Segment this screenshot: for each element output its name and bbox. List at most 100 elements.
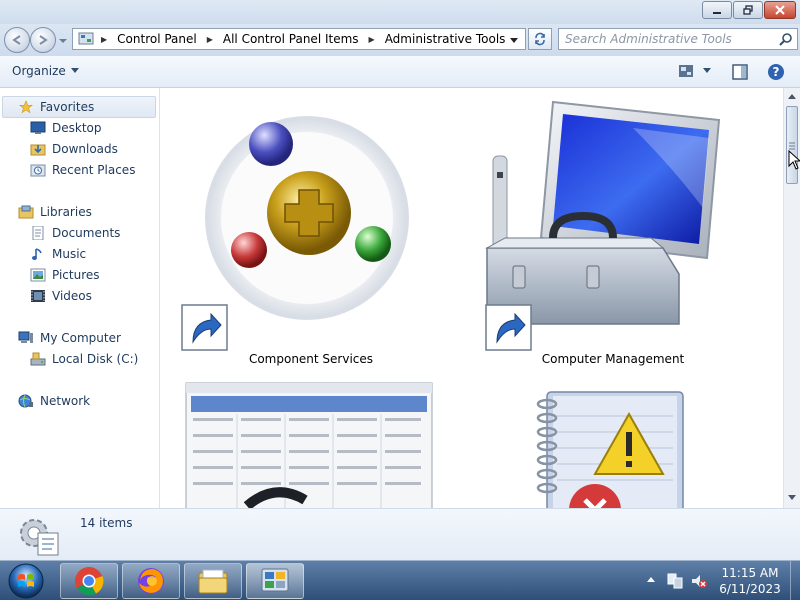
- component-services-icon: [205, 116, 409, 320]
- taskbar-explorer-button[interactable]: [184, 563, 242, 599]
- address-dropdown-button[interactable]: [509, 34, 519, 48]
- breadcrumb-all-items[interactable]: All Control Panel Items: [223, 32, 359, 46]
- sidebar-item-favorites[interactable]: Favorites: [18, 97, 94, 117]
- minimize-icon: [713, 12, 721, 14]
- back-button[interactable]: [4, 27, 30, 53]
- admin-tools-gear-icon: [20, 519, 59, 556]
- show-desktop-button[interactable]: [790, 561, 800, 601]
- command-bar: Organize ?: [0, 56, 800, 88]
- scroll-down-button[interactable]: [786, 490, 798, 504]
- system-clock[interactable]: 11:15 AM 6/11/2023: [712, 565, 788, 597]
- downloads-folder-icon: [30, 144, 46, 156]
- organize-label: Organize: [12, 64, 66, 78]
- forward-arrow-icon: [39, 35, 48, 45]
- local-disk-icon: [30, 352, 46, 366]
- file-item-label: Component Services: [248, 352, 374, 366]
- windows-explorer-folder-icon: [198, 569, 228, 594]
- file-item-partial-table-tool[interactable]: [185, 382, 435, 508]
- shortcut-arrow-icon: [181, 304, 228, 351]
- sidebar-label: Network: [40, 394, 91, 408]
- sidebar-item-local-disk[interactable]: Local Disk (C:): [30, 349, 138, 369]
- sidebar-item-network[interactable]: Network: [18, 391, 90, 411]
- sidebar-label: Downloads: [52, 142, 118, 156]
- start-button[interactable]: [4, 562, 48, 600]
- item-count: 14 items: [80, 516, 133, 530]
- svg-text:?: ?: [773, 65, 780, 79]
- pictures-icon: [30, 268, 46, 282]
- table-window-icon: [185, 382, 433, 508]
- sidebar-label: Videos: [52, 289, 92, 303]
- address-bar[interactable]: ▶ Control Panel ▶ All Control Panel Item…: [72, 28, 526, 50]
- restore-button[interactable]: [733, 1, 763, 19]
- minimize-button[interactable]: [702, 1, 732, 19]
- recent-places-icon: [30, 164, 46, 177]
- recent-pages-dropdown[interactable]: [58, 35, 68, 45]
- refresh-icon: [535, 32, 545, 46]
- breadcrumb-separator: ▶: [368, 34, 375, 44]
- tray-volume-muted[interactable]: [690, 572, 708, 593]
- close-button[interactable]: [764, 1, 796, 19]
- chevron-down-icon: [788, 495, 796, 500]
- control-panel-icon: [78, 32, 94, 45]
- change-view-button[interactable]: [678, 64, 712, 78]
- desktop-icon: [30, 121, 46, 134]
- file-item-label: Computer Management: [541, 352, 685, 366]
- search-input[interactable]: Search Administrative Tools: [558, 28, 798, 50]
- event-log-notebook-icon: [536, 391, 684, 508]
- computer-management-icon: [485, 100, 721, 325]
- breadcrumb-separator: ▶: [101, 34, 108, 44]
- libraries-icon: [18, 205, 34, 219]
- sidebar-item-my-computer[interactable]: My Computer: [18, 328, 121, 348]
- search-icon: [779, 33, 792, 46]
- scroll-up-button[interactable]: [786, 90, 798, 104]
- sidebar-item-desktop[interactable]: Desktop: [30, 118, 102, 138]
- back-arrow-icon: [12, 35, 21, 45]
- sidebar-item-pictures[interactable]: Pictures: [30, 265, 100, 285]
- volume-muted-icon: [692, 575, 707, 588]
- sidebar-item-music[interactable]: Music: [30, 244, 86, 264]
- explorer-window: ▶ Control Panel ▶ All Control Panel Item…: [0, 0, 800, 560]
- details-pane: 14 items: [0, 508, 800, 560]
- chevron-up-icon: [647, 577, 655, 582]
- file-item-component-services[interactable]: Component Services: [181, 98, 441, 368]
- file-item-partial-event-viewer[interactable]: [533, 388, 693, 508]
- scroll-thumb[interactable]: [786, 106, 798, 184]
- clock-date: 6/11/2023: [719, 582, 781, 596]
- breadcrumb-separator: ▶: [206, 34, 213, 44]
- sidebar-item-recent-places[interactable]: Recent Places: [30, 160, 135, 180]
- sidebar-item-libraries[interactable]: Libraries: [18, 202, 92, 222]
- help-button[interactable]: ?: [767, 63, 785, 84]
- sidebar-item-documents[interactable]: Documents: [30, 223, 120, 243]
- refresh-button[interactable]: [528, 28, 552, 50]
- taskbar-control-panel-button[interactable]: [246, 563, 304, 599]
- taskbar-chrome-button[interactable]: [60, 563, 118, 599]
- sidebar-item-downloads[interactable]: Downloads: [30, 139, 118, 159]
- chevron-up-icon: [788, 94, 796, 99]
- content-pane: Component Services Computer Management: [161, 88, 783, 508]
- navigation-pane: Favorites Desktop Downloads Recent Place…: [0, 88, 160, 508]
- sidebar-label: Local Disk (C:): [52, 352, 139, 366]
- file-item-computer-management[interactable]: Computer Management: [483, 98, 743, 368]
- chevron-down-icon: [703, 68, 711, 73]
- chevron-down-icon: [59, 39, 67, 43]
- organize-button[interactable]: Organize: [12, 64, 80, 78]
- sidebar-label: Pictures: [52, 268, 100, 282]
- title-bar[interactable]: [0, 0, 800, 24]
- tray-network-status[interactable]: [666, 572, 684, 593]
- close-icon: [775, 5, 785, 15]
- chevron-down-icon: [510, 38, 518, 43]
- chevron-down-icon: [70, 68, 79, 73]
- network-tray-icon: [667, 573, 683, 589]
- sidebar-label: Documents: [52, 226, 121, 240]
- windows-start-orb-icon: [8, 563, 44, 599]
- preview-pane-button[interactable]: [732, 64, 748, 83]
- shortcut-arrow-icon: [485, 304, 532, 351]
- sidebar-item-videos[interactable]: Videos: [30, 286, 92, 306]
- show-hidden-icons-button[interactable]: [646, 574, 656, 588]
- taskbar-firefox-button[interactable]: [122, 563, 180, 599]
- breadcrumb-administrative-tools[interactable]: Administrative Tools: [385, 32, 506, 46]
- breadcrumb-control-panel[interactable]: Control Panel: [117, 32, 197, 46]
- view-options-icon: [679, 65, 693, 77]
- forward-button[interactable]: [30, 27, 56, 53]
- address-row: ▶ Control Panel ▶ All Control Panel Item…: [0, 24, 800, 56]
